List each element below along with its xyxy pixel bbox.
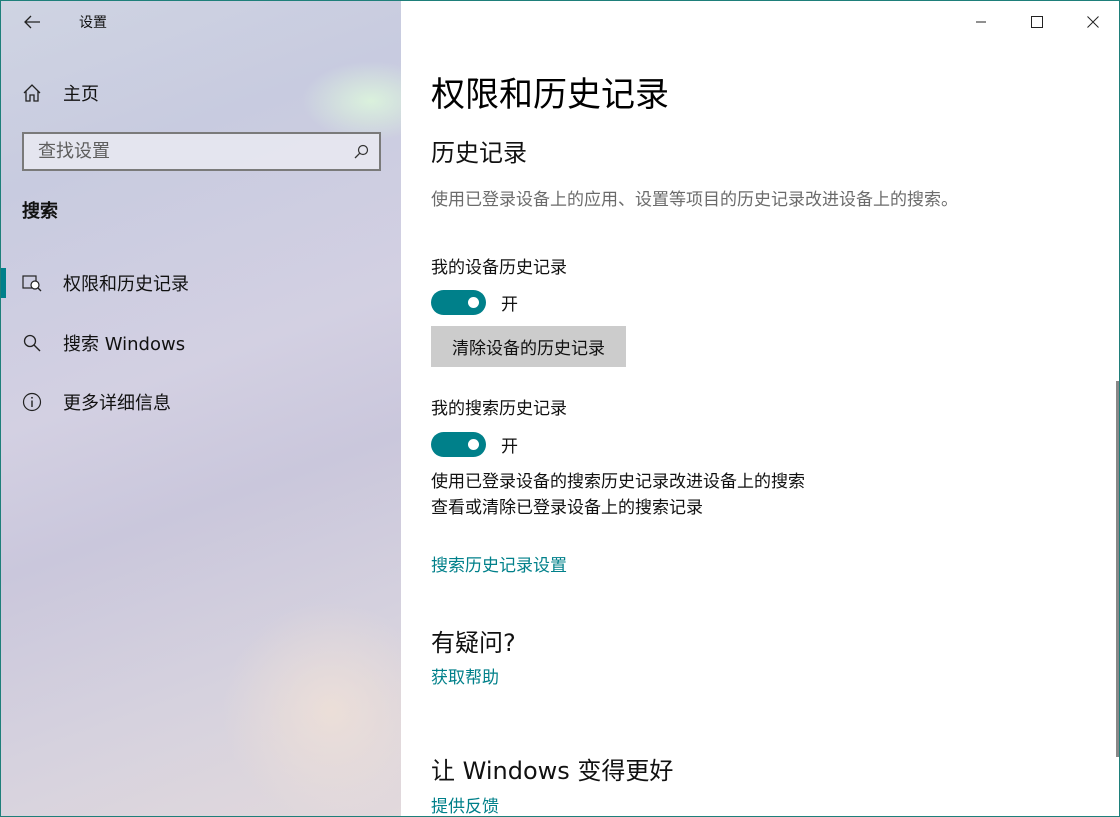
back-arrow-icon	[24, 15, 40, 29]
sidebar-item-label: 权限和历史记录	[63, 274, 189, 295]
search-history-settings-link[interactable]: 搜索历史记录设置	[431, 551, 567, 576]
sidebar-item-permissions-history[interactable]: 权限和历史记录	[1, 262, 401, 304]
device-history-state: 开	[501, 294, 518, 315]
scrollbar[interactable]	[1116, 381, 1119, 757]
section-title: 搜索	[22, 201, 58, 222]
nav-home[interactable]: 主页	[1, 73, 401, 113]
sidebar-item-search-windows[interactable]: 搜索 Windows	[1, 322, 401, 364]
titlebar-left: 设置	[1, 1, 401, 43]
close-icon	[1087, 16, 1099, 28]
page-title: 权限和历史记录	[431, 75, 669, 115]
sidebar-glow-lower	[221, 601, 401, 816]
maximize-button[interactable]	[1009, 1, 1065, 43]
search-box[interactable]	[22, 132, 381, 171]
search-input[interactable]	[38, 134, 343, 169]
window-controls	[953, 1, 1119, 43]
home-icon	[1, 83, 63, 103]
questions-heading: 有疑问?	[431, 629, 516, 657]
clear-device-history-button[interactable]: 清除设备的历史记录	[431, 326, 626, 367]
main-content: 权限和历史记录 历史记录 使用已登录设备上的应用、设置等项目的历史记录改进设备上…	[401, 1, 1119, 816]
search-history-label: 我的搜索历史记录	[431, 399, 567, 419]
sidebar-item-more-details[interactable]: 更多详细信息	[1, 381, 401, 423]
minimize-icon	[976, 21, 986, 23]
sidebar-item-label: 更多详细信息	[63, 393, 171, 414]
settings-window: 设置 主页 搜索	[0, 0, 1120, 817]
improve-windows-heading: 让 Windows 变得更好	[431, 757, 674, 785]
history-description: 使用已登录设备上的应用、设置等项目的历史记录改进设备上的搜索。	[431, 190, 958, 210]
app-title: 设置	[79, 15, 107, 31]
shield-search-icon	[1, 273, 63, 293]
maximize-icon	[1031, 16, 1043, 28]
device-history-label: 我的设备历史记录	[431, 258, 567, 278]
search-history-line2: 查看或清除已登录设备上的搜索记录	[431, 498, 703, 518]
search-history-info: 使用已登录设备的搜索历史记录改进设备上的搜索 查看或清除已登录设备上的搜索记录	[431, 469, 805, 521]
search-history-state: 开	[501, 436, 518, 457]
search-icon	[1, 333, 63, 353]
toggle-knob	[468, 296, 479, 308]
toggle-knob	[468, 438, 479, 450]
minimize-button[interactable]	[953, 1, 1009, 43]
device-history-toggle[interactable]	[431, 289, 486, 315]
close-button[interactable]	[1065, 1, 1119, 43]
back-button[interactable]	[1, 1, 63, 43]
sidebar-item-label: 搜索 Windows	[63, 334, 186, 355]
sidebar: 设置 主页 搜索	[1, 1, 401, 816]
home-label: 主页	[63, 84, 99, 105]
info-icon	[1, 392, 63, 412]
search-history-line1: 使用已登录设备的搜索历史记录改进设备上的搜索	[431, 472, 805, 492]
get-help-link[interactable]: 获取帮助	[431, 663, 499, 688]
search-history-toggle[interactable]	[431, 431, 486, 457]
history-heading: 历史记录	[431, 139, 527, 167]
selected-indicator	[1, 268, 6, 298]
search-icon[interactable]	[343, 144, 379, 160]
device-history-toggle-row: 开	[431, 289, 518, 315]
feedback-link[interactable]: 提供反馈	[431, 792, 499, 816]
search-history-toggle-row: 开	[431, 431, 518, 457]
